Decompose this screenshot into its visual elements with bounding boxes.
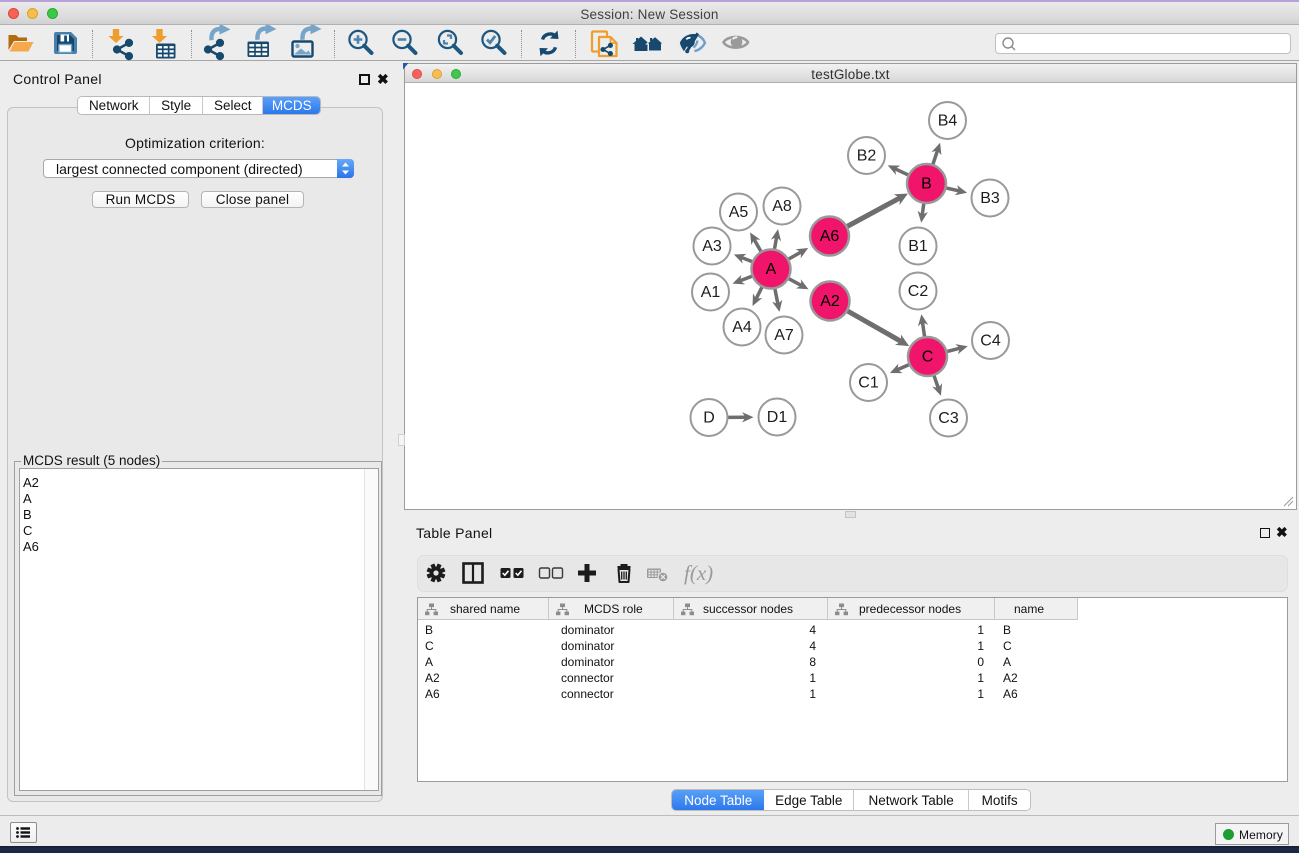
- svg-text:D1: D1: [767, 409, 788, 426]
- svg-text:A3: A3: [702, 238, 722, 255]
- svg-text:B4: B4: [938, 113, 958, 130]
- svg-text:C4: C4: [980, 333, 1001, 350]
- svg-text:f(x): f(x): [684, 561, 713, 585]
- svg-text:A6: A6: [820, 228, 840, 245]
- svg-text:C: C: [922, 349, 934, 366]
- svg-text:B: B: [921, 176, 932, 193]
- svg-text:A7: A7: [774, 327, 794, 344]
- svg-text:B3: B3: [980, 190, 1000, 207]
- svg-text:B2: B2: [857, 148, 877, 165]
- svg-text:C3: C3: [938, 410, 959, 427]
- svg-text:A2: A2: [820, 293, 840, 310]
- svg-text:A5: A5: [729, 204, 749, 221]
- svg-text:A8: A8: [772, 198, 792, 215]
- svg-text:A1: A1: [701, 284, 721, 301]
- svg-text:C2: C2: [908, 283, 929, 300]
- svg-text:B1: B1: [908, 238, 928, 255]
- svg-text:A4: A4: [732, 319, 752, 336]
- svg-text:C1: C1: [858, 375, 879, 392]
- svg-text:D: D: [703, 410, 715, 427]
- svg-text:A: A: [766, 261, 777, 278]
